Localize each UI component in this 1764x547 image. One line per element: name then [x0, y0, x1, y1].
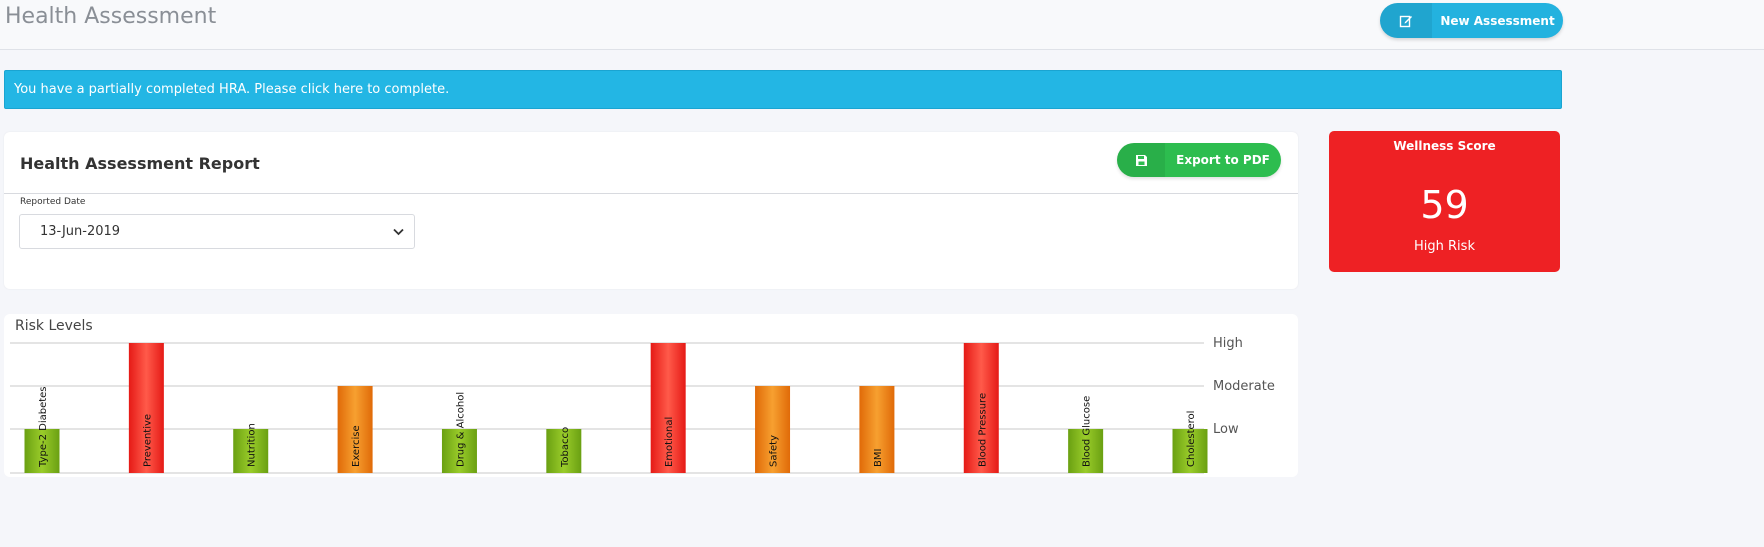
bar-label-cholesterol: Cholesterol — [1186, 411, 1197, 467]
incomplete-hra-alert[interactable]: You have a partially completed HRA. Plea… — [4, 70, 1562, 109]
export-pdf-label: Export to PDF — [1176, 153, 1270, 167]
bar-label-blood-pressure: Blood Pressure — [977, 393, 988, 467]
wellness-score-value: 59 — [1420, 183, 1469, 227]
bar-label-blood-glucose: Blood Glucose — [1082, 396, 1093, 467]
page-title: Health Assessment — [5, 4, 217, 29]
reported-date-label: Reported Date — [20, 197, 86, 207]
y-tick-low: Low — [1213, 422, 1239, 437]
bar-label-tobacco: Tobacco — [560, 427, 571, 468]
y-tick-moderate: Moderate — [1213, 379, 1275, 394]
report-title: Health Assessment Report — [20, 154, 260, 173]
divider — [4, 193, 1298, 194]
risk-levels-card: Risk Levels Low Moderate High Type-2 Diabet… — [4, 314, 1298, 477]
wellness-score-title: Wellness Score — [1393, 139, 1496, 153]
bar-label-bmi: BMI — [873, 449, 884, 467]
bar-label-preventive: Preventive — [142, 414, 153, 467]
new-assessment-label: New Assessment — [1440, 13, 1555, 28]
report-card: Health Assessment Report Export to PDF R… — [4, 132, 1298, 289]
bar-label-safety: Safety — [769, 435, 780, 467]
reported-date-select[interactable]: 13-Jun-2019 — [19, 214, 415, 249]
wellness-risk-level: High Risk — [1414, 239, 1475, 254]
chevron-down-icon — [393, 223, 404, 241]
save-icon — [1117, 143, 1165, 177]
new-assessment-button[interactable]: New Assessment — [1380, 3, 1563, 38]
bar-label-type-2-diabetes: Type-2 Diabetes — [38, 386, 49, 468]
bar-label-exercise: Exercise — [351, 425, 362, 467]
reported-date-value: 13-Jun-2019 — [40, 224, 121, 239]
bar-label-nutrition: Nutrition — [247, 423, 258, 467]
page-header: Health Assessment New Assessment — [0, 0, 1764, 50]
y-tick-high: High — [1213, 336, 1243, 351]
export-pdf-button[interactable]: Export to PDF — [1117, 143, 1281, 177]
bar-label-emotional: Emotional — [664, 417, 675, 467]
risk-levels-chart: Low Moderate High Type-2 Diabetes Preventive… — [10, 336, 1275, 474]
wellness-score-card: Wellness Score 59 High Risk — [1329, 131, 1560, 272]
edit-icon — [1380, 3, 1432, 38]
bar-label-drug-alcohol: Drug & Alcohol — [455, 392, 466, 467]
